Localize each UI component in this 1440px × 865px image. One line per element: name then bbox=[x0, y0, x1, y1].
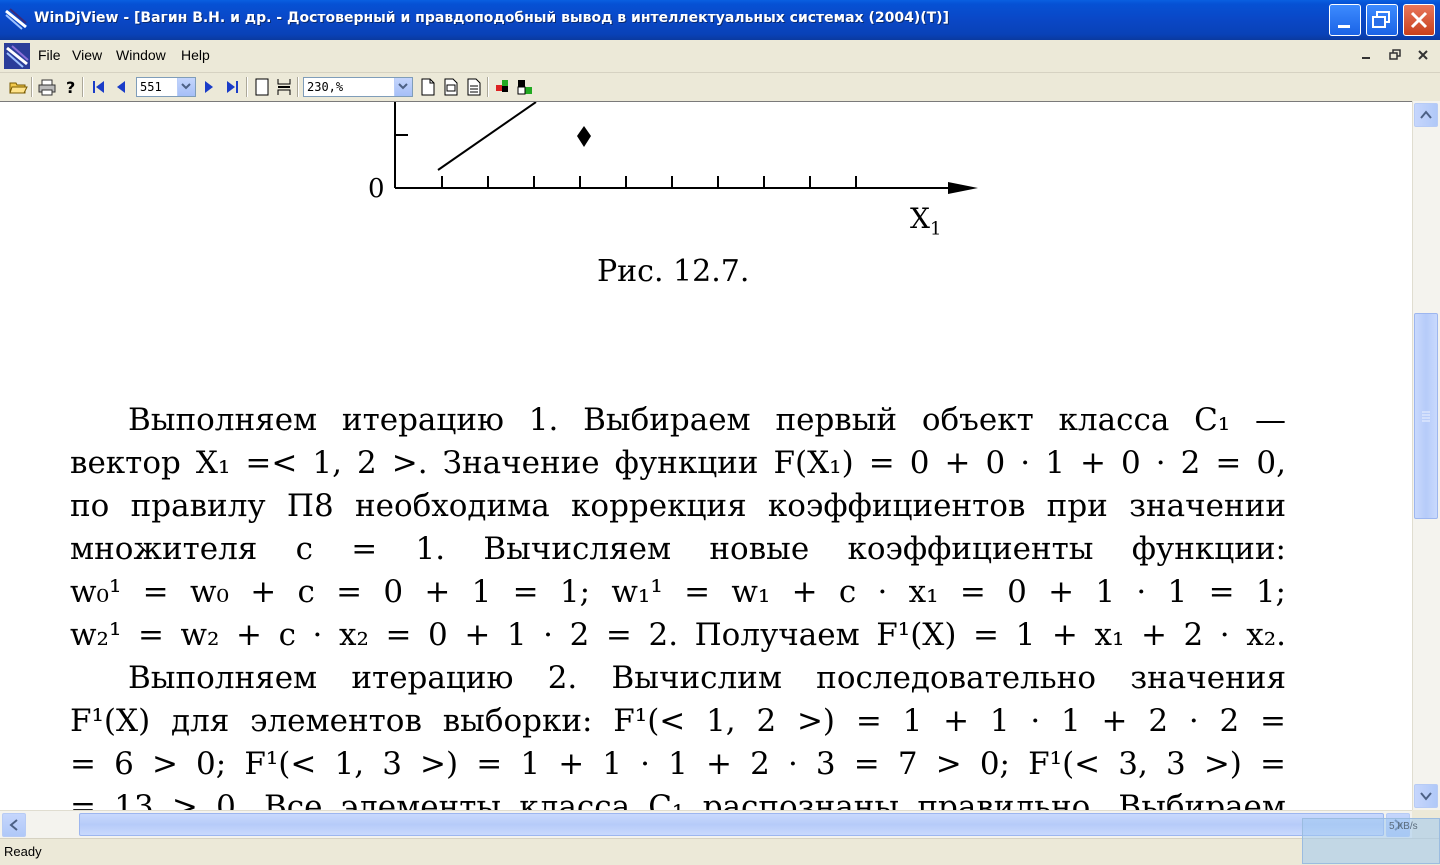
text-line: F¹(X) для элементов выборки: F¹(< 1, 2 >… bbox=[70, 703, 1286, 739]
toolbar: ? 551 230,% bbox=[0, 73, 1440, 101]
toolbar-separator bbox=[31, 77, 33, 97]
scroll-left-button[interactable] bbox=[2, 813, 26, 837]
fit-width-icon[interactable] bbox=[441, 77, 461, 97]
actual-size-icon[interactable] bbox=[464, 77, 484, 97]
restore-button[interactable] bbox=[1366, 4, 1398, 36]
document-icon[interactable] bbox=[4, 43, 30, 69]
text-line: Выполняем итерацию 1. Выбираем первый об… bbox=[128, 402, 1286, 438]
close-button[interactable] bbox=[1403, 4, 1435, 36]
text-line: = 13 > 0. Все элементы класса C₁ распозн… bbox=[70, 789, 1286, 811]
status-text: Ready bbox=[4, 844, 42, 859]
toolbar-separator bbox=[246, 77, 248, 97]
toolbar-separator bbox=[487, 77, 489, 97]
scroll-up-button[interactable] bbox=[1414, 103, 1438, 127]
paragraph-iteration-2: Выполняем итерацию 2. Вычислим последова… bbox=[70, 657, 1286, 811]
menu-file[interactable]: File bbox=[38, 47, 61, 63]
print-icon[interactable] bbox=[37, 77, 57, 97]
vertical-scrollbar[interactable] bbox=[1412, 101, 1440, 810]
menu-window[interactable]: Window bbox=[116, 47, 166, 63]
figure-axis-label: X1 bbox=[910, 202, 942, 240]
text-line: Выполняем итерацию 2. Вычислим последова… bbox=[128, 660, 1286, 696]
zoom-combo[interactable]: 230,% bbox=[303, 77, 413, 97]
first-page-icon[interactable] bbox=[89, 77, 109, 97]
status-bar: Ready bbox=[0, 838, 1440, 865]
windjview-app-icon[interactable] bbox=[4, 7, 28, 31]
previous-page-icon[interactable] bbox=[111, 77, 131, 97]
open-folder-icon[interactable] bbox=[8, 77, 28, 97]
menu-bar: File View Window Help bbox=[0, 40, 1440, 73]
toolbar-separator bbox=[82, 77, 84, 97]
text-line: множителя c = 1. Вычисляем новые коэффиц… bbox=[70, 531, 1286, 567]
page-number-combo[interactable]: 551 bbox=[136, 77, 196, 97]
zoom-value: 230,% bbox=[307, 80, 344, 94]
horizontal-scroll-thumb[interactable] bbox=[79, 813, 1384, 836]
grip-icon bbox=[1422, 411, 1430, 422]
close-icon bbox=[1410, 11, 1428, 29]
menu-view[interactable]: View bbox=[72, 47, 102, 63]
fit-page-icon[interactable] bbox=[418, 77, 438, 97]
paragraph-iteration-1: Выполняем итерацию 1. Выбираем первый об… bbox=[70, 399, 1286, 657]
toolbar-separator bbox=[297, 77, 299, 97]
arrow-left-icon bbox=[9, 819, 18, 831]
chevron-down-icon bbox=[181, 83, 191, 90]
text-line: вектор X₁ =< 1, 2 >. Значение функции F(… bbox=[70, 445, 1286, 481]
arrow-up-icon bbox=[1420, 110, 1432, 119]
document-view[interactable]: 0 X1 Рис. 12.7. Выполняем итерацию 1. Вы… bbox=[0, 101, 1412, 811]
text-line: = 6 > 0; F¹(< 1, 3 >) = 1 + 1 · 1 + 2 · … bbox=[70, 746, 1286, 782]
network-meter-overlay[interactable]: 5 КВ/s bbox=[1302, 818, 1440, 864]
single-page-icon[interactable] bbox=[252, 77, 272, 97]
separating-line bbox=[437, 102, 537, 171]
continuous-pages-icon[interactable] bbox=[274, 77, 294, 97]
minimize-icon bbox=[1338, 25, 1350, 28]
chevron-down-icon bbox=[398, 83, 408, 90]
help-icon[interactable]: ? bbox=[59, 77, 79, 97]
last-page-icon[interactable] bbox=[222, 77, 242, 97]
horizontal-scrollbar[interactable] bbox=[0, 810, 1412, 838]
text-line: по правилу П8 необходима коррекция коэфф… bbox=[70, 488, 1286, 524]
mdi-minimize-icon[interactable] bbox=[1356, 47, 1376, 63]
page-number-value: 551 bbox=[140, 80, 162, 94]
minimize-button[interactable] bbox=[1329, 4, 1361, 36]
zoom-combo-dropdown-button[interactable] bbox=[394, 78, 412, 96]
window-title: WinDjView - [Вагин В.Н. и др. - Достовер… bbox=[34, 10, 949, 26]
vertical-scroll-thumb[interactable] bbox=[1414, 313, 1438, 519]
color-mode-icon[interactable] bbox=[493, 77, 513, 97]
data-point-marker bbox=[577, 126, 591, 147]
arrow-down-icon bbox=[1420, 792, 1432, 801]
mdi-restore-icon[interactable] bbox=[1385, 47, 1405, 63]
display-mode-icon[interactable] bbox=[515, 77, 535, 97]
restore-icon bbox=[1372, 11, 1390, 28]
x-axis-ticks bbox=[441, 176, 857, 188]
figure-origin-label: 0 bbox=[368, 174, 385, 204]
mdi-close-icon[interactable] bbox=[1413, 47, 1433, 63]
svg-text:?: ? bbox=[66, 78, 75, 97]
next-page-icon[interactable] bbox=[199, 77, 219, 97]
network-speed: 5 КВ/s bbox=[1389, 821, 1418, 832]
title-bar: WinDjView - [Вагин В.Н. и др. - Достовер… bbox=[0, 0, 1440, 40]
scroll-down-button[interactable] bbox=[1414, 784, 1438, 808]
x-axis-arrow-icon bbox=[948, 182, 978, 194]
text-line: w₀¹ = w₀ + c = 0 + 1 = 1; w₁¹ = w₁ + c ·… bbox=[70, 574, 1286, 610]
figure-caption: Рис. 12.7. bbox=[597, 254, 750, 289]
menu-help[interactable]: Help bbox=[181, 47, 210, 63]
text-line: w₂¹ = w₂ + c · x₂ = 0 + 1 · 2 = 2. Получ… bbox=[70, 617, 1286, 653]
page-combo-dropdown-button[interactable] bbox=[177, 78, 195, 96]
